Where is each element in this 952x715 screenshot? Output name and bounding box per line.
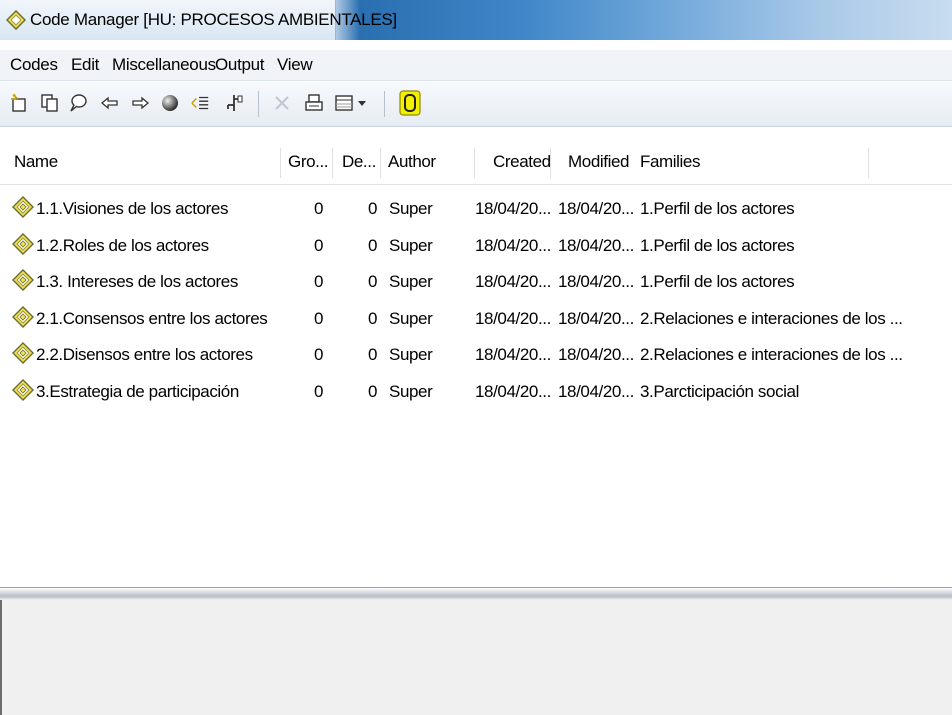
created-cell: 18/04/20...	[475, 199, 551, 218]
code-name: 1.1.Visiones de los actores	[36, 199, 229, 218]
column-grounded[interactable]: Gro...	[288, 152, 329, 172]
families-cell: 1.Perfil de los actores	[640, 272, 795, 291]
author-cell: Super	[389, 199, 433, 218]
created-cell: 18/04/20...	[475, 235, 551, 255]
modified-cell: 18/04/20...	[558, 199, 634, 218]
density-count: 0	[368, 345, 378, 364]
grid-view-icon[interactable]	[334, 92, 354, 114]
table-row[interactable]: 3.Estrategia de participación 0 0 Super 18/0…	[0, 373, 952, 410]
author-cell: Super	[389, 345, 433, 364]
code-diamond-icon	[12, 232, 34, 260]
menu-view[interactable]: View	[277, 55, 313, 75]
dropdown-arrow-icon[interactable]	[355, 92, 369, 114]
forward-arrow-icon[interactable]	[130, 92, 150, 114]
grounded-count: 0	[314, 235, 324, 255]
author-cell: Super	[389, 235, 433, 255]
modified-cell: 18/04/20...	[558, 235, 634, 255]
code-name: 1.2.Roles de los actores	[36, 235, 209, 255]
column-families[interactable]: Families	[640, 152, 700, 172]
grounded-count: 0	[314, 345, 324, 364]
codes-list: 1.1.Visiones de los actores 0 0 Super 18/04/…	[0, 190, 952, 409]
modified-cell: 18/04/20...	[558, 381, 634, 401]
created-cell: 18/04/20...	[475, 272, 551, 291]
toolbar-separator	[384, 91, 385, 117]
menu-output[interactable]: Output	[215, 55, 265, 75]
families-cell: 2.Relaciones e interaciones de los ...	[640, 345, 903, 364]
column-name[interactable]: Name	[14, 152, 58, 172]
families-cell: 3.Parcticipación social	[640, 381, 799, 401]
menu-codes[interactable]: Codes	[10, 55, 58, 75]
modified-cell: 18/04/20...	[558, 345, 634, 364]
density-count: 0	[368, 381, 378, 401]
modified-cell: 18/04/20...	[558, 308, 634, 328]
comment-pane[interactable]	[0, 600, 952, 715]
code-diamond-icon	[12, 196, 34, 223]
menu-edit[interactable]: Edit	[71, 55, 99, 75]
print-icon[interactable]	[304, 92, 324, 114]
density-count: 0	[368, 199, 378, 218]
code-name: 2.1.Consensos entre los actores	[36, 308, 268, 328]
code-name: 3.Estrategia de participación	[36, 381, 239, 401]
code-diamond-icon	[5, 9, 27, 35]
author-cell: Super	[389, 308, 433, 328]
code-diamond-icon	[12, 342, 34, 369]
column-created[interactable]: Created	[493, 152, 551, 172]
density-count: 0	[368, 235, 378, 255]
grounded-count: 0	[314, 272, 324, 291]
column-divider[interactable]	[550, 148, 551, 178]
column-density[interactable]: De...	[342, 152, 376, 172]
density-count: 0	[368, 308, 378, 328]
tree-icon[interactable]	[224, 92, 244, 114]
families-cell: 1.Perfil de los actores	[640, 235, 795, 255]
author-cell: Super	[389, 381, 433, 401]
column-divider[interactable]	[332, 148, 333, 178]
families-cell: 2.Relaciones e interaciones de los ...	[640, 308, 903, 328]
modified-cell: 18/04/20...	[558, 272, 634, 291]
comment-icon[interactable]	[68, 92, 88, 114]
created-cell: 18/04/20...	[475, 308, 551, 328]
table-row[interactable]: 1.3. Intereses de los actores 0 0 Super 18/0…	[0, 263, 952, 300]
menu-miscellaneous[interactable]: Miscellaneous	[112, 55, 216, 75]
toolbar-separator	[258, 91, 259, 117]
author-cell: Super	[389, 272, 433, 291]
menu-bar: Codes Edit Miscellaneous Output View	[0, 50, 952, 81]
grounded-count: 0	[314, 308, 324, 328]
grounded-count: 0	[314, 381, 324, 401]
column-divider[interactable]	[280, 148, 281, 178]
filter-icon[interactable]	[190, 92, 210, 114]
pane-splitter[interactable]	[0, 587, 952, 600]
code-diamond-icon	[12, 269, 34, 296]
code-diamond-icon	[12, 305, 34, 333]
new-code-icon[interactable]	[10, 92, 30, 114]
title-bar-left: Code Manager [HU: PROCESOS AMBIENTALES]	[0, 0, 397, 40]
table-row[interactable]: 2.1.Consensos entre los actores 0 0 Super 18…	[0, 300, 952, 337]
window-title: Code Manager [HU: PROCESOS AMBIENTALES]	[30, 10, 397, 29]
code-name: 2.2.Disensos entre los actores	[36, 345, 253, 364]
toolbar	[0, 82, 952, 127]
title-bar: Code Manager [HU: PROCESOS AMBIENTALES]	[0, 0, 952, 40]
code-diamond-icon	[12, 378, 34, 406]
code-name: 1.3. Intereses de los actores	[36, 272, 238, 291]
copy-code-icon[interactable]	[40, 92, 60, 114]
back-arrow-icon[interactable]	[100, 92, 120, 114]
created-cell: 18/04/20...	[475, 381, 551, 401]
column-modified[interactable]: Modified	[568, 152, 629, 172]
column-header: Name Gro... De... Author Created Modifie…	[0, 140, 952, 185]
column-divider[interactable]	[868, 148, 869, 178]
code-highlight-icon[interactable]	[398, 90, 422, 116]
column-author[interactable]: Author	[388, 152, 436, 172]
column-divider[interactable]	[474, 148, 475, 178]
table-row[interactable]: 1.1.Visiones de los actores 0 0 Super 18/04/…	[0, 190, 952, 227]
density-count: 0	[368, 272, 378, 291]
grounded-count: 0	[314, 199, 324, 218]
table-row[interactable]: 2.2.Disensos entre los actores 0 0 Super 18/…	[0, 336, 952, 373]
created-cell: 18/04/20...	[475, 345, 551, 364]
delete-icon[interactable]	[272, 92, 292, 114]
sphere-icon[interactable]	[160, 92, 180, 114]
column-divider[interactable]	[380, 148, 381, 178]
table-row[interactable]: 1.2.Roles de los actores 0 0 Super 18/04/20.…	[0, 227, 952, 264]
families-cell: 1.Perfil de los actores	[640, 199, 795, 218]
